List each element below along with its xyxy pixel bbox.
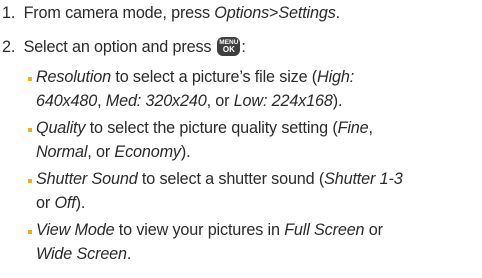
option-value: Normal (36, 143, 88, 161)
step-punctuation: : (241, 38, 246, 56)
option-view-mode: View Mode to view your pictures in Full … (36, 220, 383, 240)
option-separator: , (368, 119, 373, 137)
menu-separator: > (269, 4, 279, 22)
option-quality: Quality to select the picture quality se… (36, 118, 373, 138)
step-text: Select an option and press (23, 38, 212, 56)
option-value: Shutter 1-3 (324, 170, 403, 188)
option-value: Med: 320x240 (105, 92, 207, 110)
option-end: ). (75, 194, 86, 212)
option-value: Economy (114, 143, 181, 161)
option-name: Shutter Sound (36, 170, 138, 188)
step-2: 2. Select an option and press MENU OK: (2, 37, 246, 57)
step-number: 1. (2, 4, 16, 22)
option-quality-cont: Normal, or Economy). (36, 142, 191, 162)
option-value: 640x480 (36, 92, 98, 110)
option-separator: or (36, 194, 55, 212)
bullet-icon (28, 179, 32, 183)
option-separator: , or (87, 143, 115, 161)
menu-option-settings: Settings (278, 4, 336, 22)
option-value: Wide Screen (36, 245, 127, 263)
option-description: to select the picture quality setting ( (85, 119, 338, 137)
option-value: High: (317, 68, 355, 86)
option-value: Fine (337, 119, 369, 137)
option-shutter-sound: Shutter Sound to select a shutter sound … (36, 169, 403, 189)
option-value: Low: 224x168 (233, 92, 333, 110)
step-text: From camera mode, press (23, 4, 215, 22)
option-end: . (126, 245, 132, 263)
option-description: to select a picture’s file size ( (111, 68, 318, 86)
option-end: ). (180, 143, 191, 161)
step-number: 2. (2, 38, 16, 56)
bullet-icon (28, 77, 32, 81)
option-name: Quality (36, 119, 86, 137)
option-view-mode-cont: Wide Screen. (36, 244, 131, 264)
step-1: 1. From camera mode, press Options>Setti… (2, 3, 340, 23)
option-name: View Mode (36, 221, 115, 239)
bullet-icon (28, 230, 32, 234)
menu-option-options: Options (214, 4, 270, 22)
option-separator: or (364, 221, 383, 239)
key-bottom-label: OK (222, 45, 235, 54)
menu-ok-key-icon: MENU OK (217, 37, 241, 56)
option-description: to select a shutter sound ( (137, 170, 325, 188)
option-resolution: Resolution to select a picture’s file si… (36, 67, 354, 87)
step-punctuation: . (335, 4, 341, 22)
option-resolution-cont: 640x480, Med: 320x240, or Low: 224x168). (36, 91, 342, 111)
option-end: ). (332, 92, 343, 110)
option-name: Resolution (36, 68, 111, 86)
option-value: Full Screen (284, 221, 365, 239)
option-shutter-sound-cont: or Off). (36, 193, 85, 213)
option-separator: , (97, 92, 106, 110)
option-separator: , or (206, 92, 234, 110)
option-description: to view your pictures in (114, 221, 285, 239)
option-value: Off (54, 194, 76, 212)
bullet-icon (28, 128, 32, 132)
